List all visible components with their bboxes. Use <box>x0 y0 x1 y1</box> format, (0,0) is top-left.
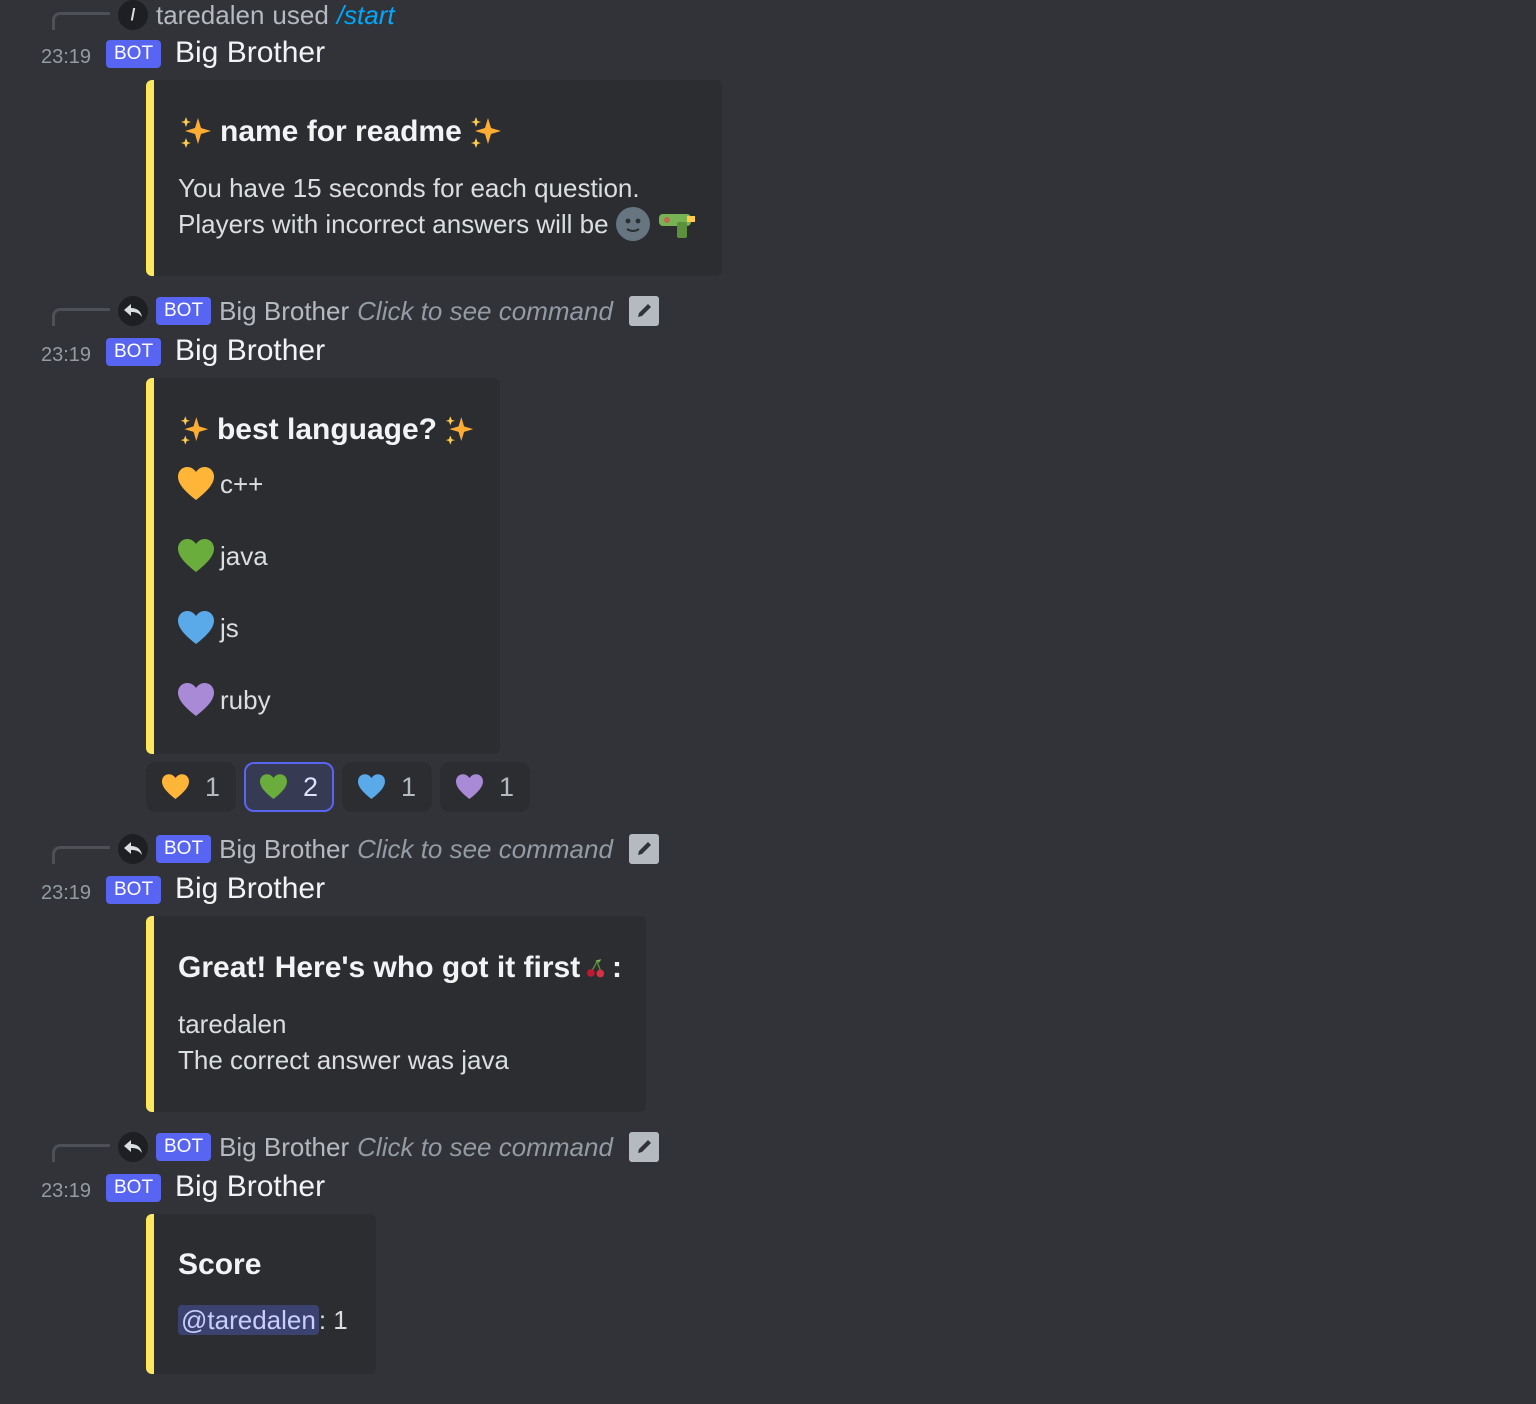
bot-tag: BOT <box>156 835 212 863</box>
orange-heart-icon <box>162 774 189 799</box>
click-to-see-command[interactable]: Click to see command <box>357 834 613 865</box>
reactions-bar: 1 2 1 1 <box>146 762 530 812</box>
message-header: 23:19 BOT Big Brother <box>0 1170 800 1210</box>
option-item: c++ <box>178 464 476 504</box>
embed-line: taredalen <box>178 1009 287 1039</box>
embed: Great! Here's who got it first : taredal… <box>146 916 646 1112</box>
orange-heart-icon <box>178 467 214 500</box>
author-name[interactable]: Big Brother <box>175 1170 325 1204</box>
reply-arrow-icon <box>118 834 148 864</box>
embed: best language? c++ java js ruby <box>146 378 500 754</box>
bot-tag: BOT <box>156 1133 212 1161</box>
edit-pencil-icon <box>628 834 659 864</box>
embed-line: You have 15 seconds for each question. <box>178 173 640 203</box>
blue-heart-icon <box>178 611 214 644</box>
embed-title: best language? <box>178 412 476 448</box>
reply-arrow-icon <box>118 1132 148 1162</box>
timestamp[interactable]: 23:19 <box>41 882 91 905</box>
reaction-green-heart[interactable]: 2 <box>244 762 334 812</box>
author-name[interactable]: Big Brother <box>175 36 325 70</box>
sparkles-icon <box>445 416 474 445</box>
option-label: java <box>220 540 268 571</box>
author-name[interactable]: Big Brother <box>175 872 325 906</box>
sparkles-icon <box>470 117 501 148</box>
option-label: js <box>220 612 239 643</box>
command-used-text: used <box>272 0 329 30</box>
timestamp[interactable]: 23:19 <box>41 46 91 69</box>
message-header: 23:19 BOT Big Brother <box>0 872 800 912</box>
click-to-see-command[interactable]: Click to see command <box>357 296 613 327</box>
new-moon-face-icon <box>615 207 650 241</box>
embed: Score @taredalen: 1 <box>146 1214 376 1374</box>
cherries-icon <box>587 959 605 978</box>
edit-pencil-icon <box>628 1132 659 1162</box>
command-context[interactable]: BOT Big Brother Click to see command <box>118 294 659 328</box>
sparkles-icon <box>181 117 211 148</box>
purple-heart-icon <box>456 774 483 799</box>
bot-tag: BOT <box>106 876 162 904</box>
slash-command-icon: / <box>118 0 148 30</box>
command-user[interactable]: taredalen <box>156 0 264 31</box>
timestamp[interactable]: 23:19 <box>41 344 91 367</box>
command-name[interactable]: /start <box>337 0 395 31</box>
embed-title-text: Great! Here's who got it first <box>178 951 581 984</box>
replied-author[interactable]: Big Brother <box>219 1132 349 1163</box>
reaction-blue-heart[interactable]: 1 <box>342 762 432 812</box>
reaction-count: 1 <box>400 771 416 802</box>
option-item: js <box>178 608 476 648</box>
message-header: 23:19 BOT Big Brother <box>0 334 800 374</box>
reaction-count: 1 <box>498 771 514 802</box>
embed-title-suffix: : <box>612 951 622 984</box>
score-value: : 1 <box>318 1305 348 1335</box>
reaction-purple-heart[interactable]: 1 <box>440 762 530 812</box>
option-label: c++ <box>220 468 264 499</box>
command-context[interactable]: / taredalen used /start <box>118 0 395 32</box>
blue-heart-icon <box>358 774 385 799</box>
command-context[interactable]: BOT Big Brother Click to see command <box>118 1130 659 1164</box>
reply-connector <box>52 846 110 864</box>
reaction-count: 1 <box>204 771 220 802</box>
option-item: java <box>178 536 476 576</box>
sparkles-icon <box>180 416 209 445</box>
message-header: 23:19 BOT Big Brother <box>0 36 800 76</box>
replied-author[interactable]: Big Brother <box>219 296 349 327</box>
reaction-count: 2 <box>302 771 318 802</box>
replied-author[interactable]: Big Brother <box>219 834 349 865</box>
bot-tag: BOT <box>156 297 212 325</box>
user-mention[interactable]: @taredalen <box>178 1305 319 1335</box>
reaction-orange-heart[interactable]: 1 <box>146 762 236 812</box>
bot-tag: BOT <box>106 1174 162 1202</box>
purple-heart-icon <box>178 683 214 716</box>
embed-title: name for readme <box>178 114 698 150</box>
reply-connector <box>52 1144 110 1162</box>
reply-connector <box>52 12 110 30</box>
embed-title: Great! Here's who got it first : <box>178 950 622 986</box>
green-heart-icon <box>178 539 214 572</box>
water-pistol-icon <box>658 214 695 238</box>
click-to-see-command[interactable]: Click to see command <box>357 1132 613 1163</box>
edit-pencil-icon <box>628 296 659 326</box>
reply-connector <box>52 308 110 326</box>
embed-line: Players with incorrect answers will be <box>178 209 609 239</box>
embed-title-text: best language? <box>216 413 438 446</box>
bot-tag: BOT <box>106 40 162 68</box>
embed-title: Score <box>178 1248 262 1281</box>
green-heart-icon <box>260 774 287 799</box>
embed-title-text: name for readme <box>220 115 462 148</box>
timestamp[interactable]: 23:19 <box>41 1180 91 1203</box>
embed: name for readme You have 15 seconds for … <box>146 80 722 276</box>
author-name[interactable]: Big Brother <box>175 334 325 368</box>
option-label: ruby <box>220 684 271 715</box>
option-item: ruby <box>178 680 476 720</box>
bot-tag: BOT <box>106 338 162 366</box>
embed-line: The correct answer was java <box>178 1045 509 1075</box>
reply-arrow-icon <box>118 296 148 326</box>
command-context[interactable]: BOT Big Brother Click to see command <box>118 832 659 866</box>
